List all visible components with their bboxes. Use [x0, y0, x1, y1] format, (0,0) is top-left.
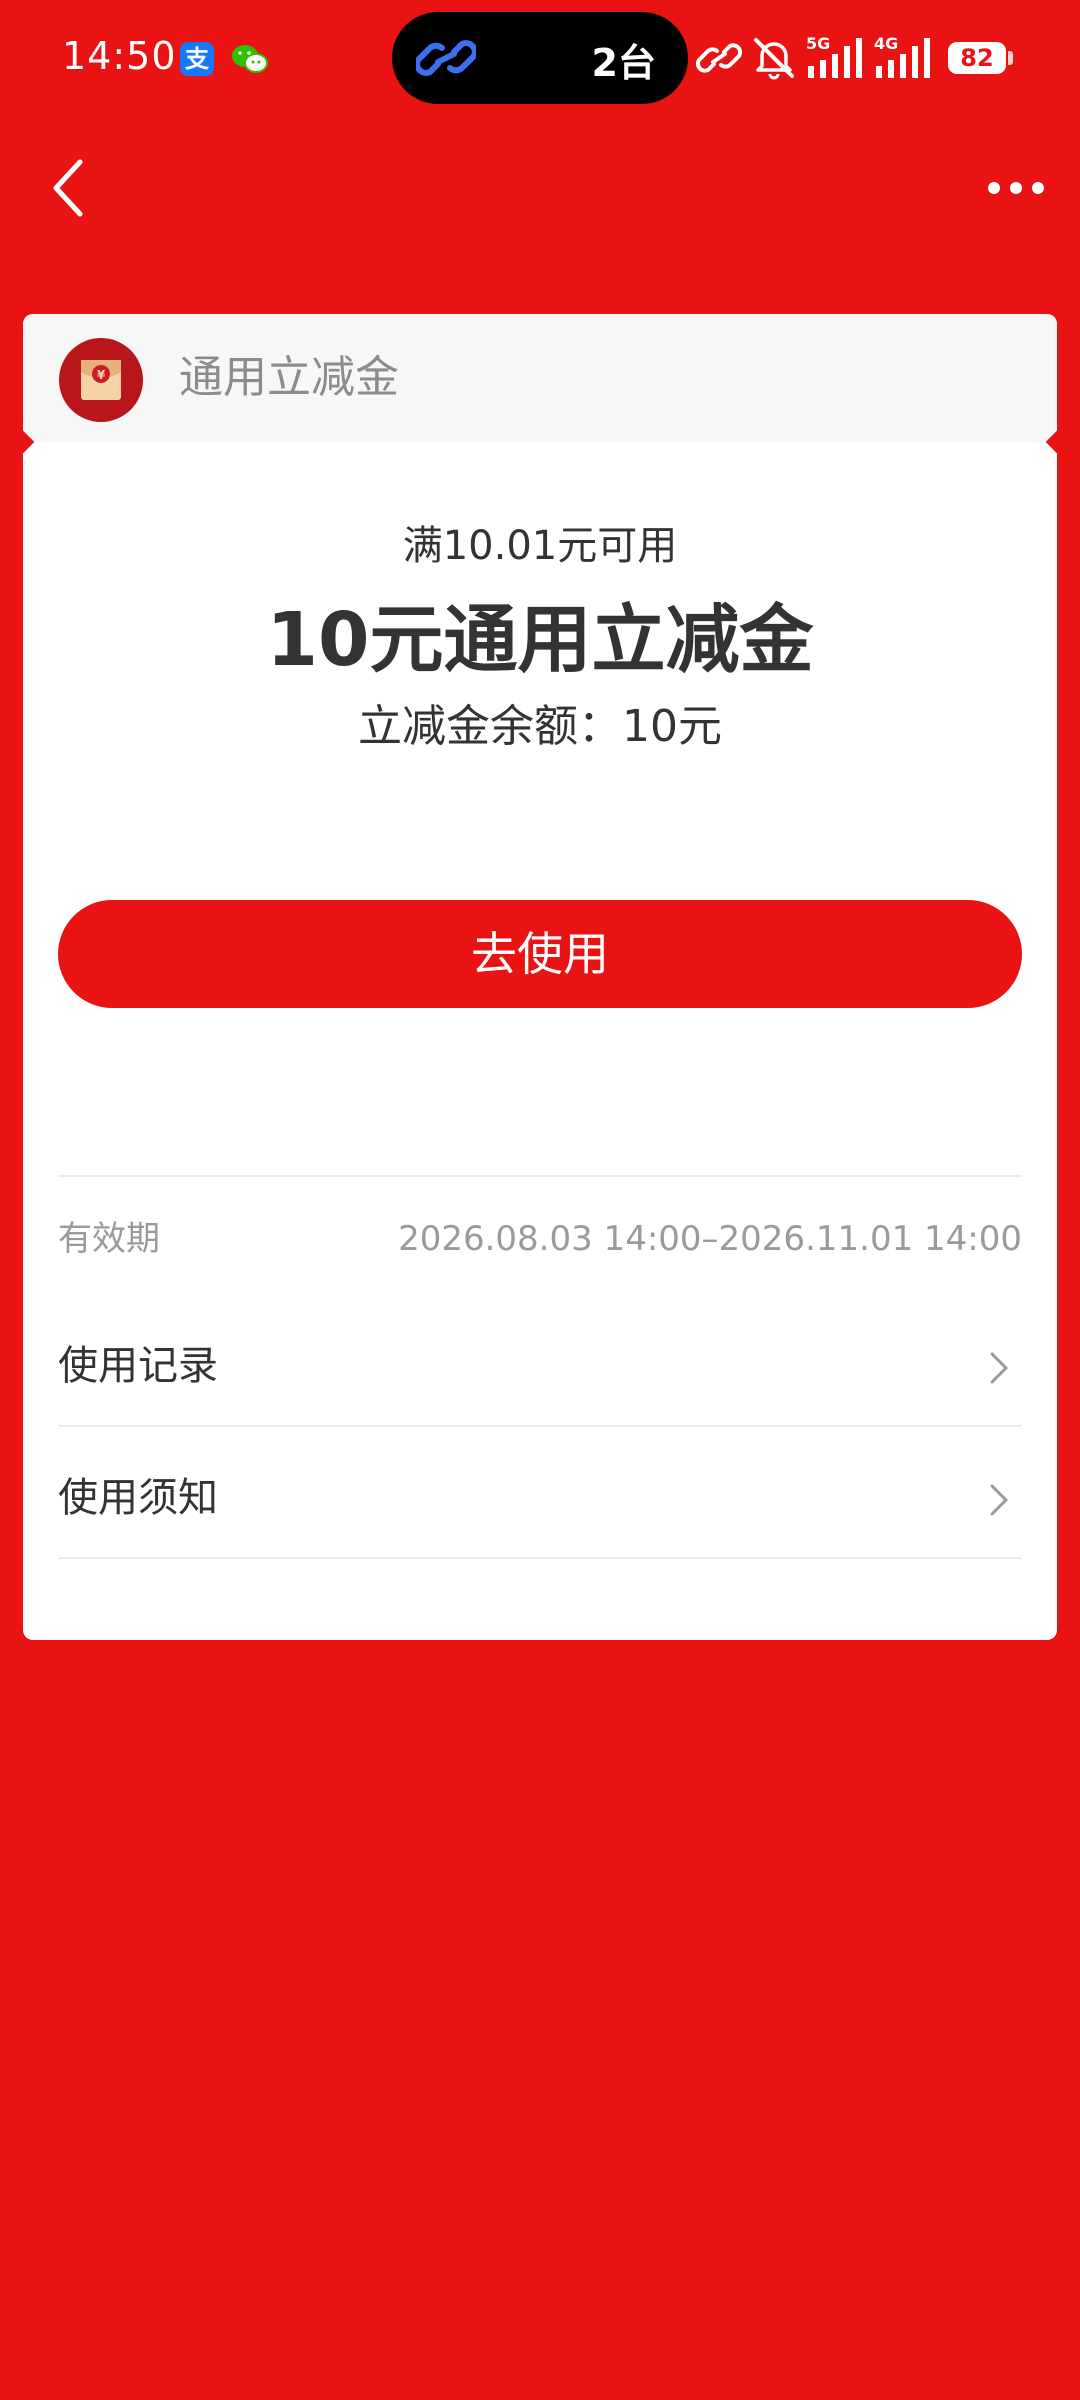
svg-text:4G: 4G — [874, 34, 898, 53]
red-packet-icon: ¥ — [59, 338, 143, 422]
status-time: 14:50 — [62, 34, 177, 78]
red-packet-graphic: ¥ — [81, 360, 121, 400]
card-header-title: 通用立减金 — [179, 352, 399, 403]
alipay-icon: 支 — [180, 42, 214, 76]
divider — [58, 1175, 1022, 1177]
battery-icon: 82 — [948, 42, 1006, 74]
svg-text:¥: ¥ — [97, 368, 106, 382]
divider — [58, 1557, 1022, 1559]
validity-period: 2026.08.03 14:00–2026.11.01 14:00 — [398, 1219, 1022, 1259]
island-device-count: 2台 — [591, 41, 656, 85]
usage-condition: 满10.01元可用 — [402, 523, 678, 569]
more-icon[interactable] — [984, 166, 1048, 210]
dynamic-island[interactable]: 2台 — [392, 12, 688, 104]
validity-label: 有效期 — [58, 1219, 160, 1259]
wechat-icon — [232, 45, 268, 73]
chevron-left-icon[interactable] — [40, 152, 100, 224]
link-icon — [696, 43, 742, 73]
coupon-card: ¥ 通用立减金 满10.01元可用 10元通用立减金 立减金余额：10元 去使用… — [23, 314, 1057, 1640]
chevron-right-icon — [990, 1484, 1008, 1516]
mute-icon — [754, 38, 794, 80]
use-coupon-button[interactable]: 去使用 — [58, 900, 1022, 1008]
signal-4g-icon: 4G — [874, 34, 930, 78]
coupon-balance: 立减金余额：10元 — [358, 701, 722, 752]
svg-text:5G: 5G — [806, 34, 830, 53]
signal-5g-icon: 5G — [806, 34, 862, 78]
coupon-title: 10元通用立减金 — [266, 597, 814, 683]
usage-records-row[interactable]: 使用记录 — [58, 1304, 1022, 1432]
status-bar: 14:50 支 2台 5G 4G 82 — [0, 0, 1080, 118]
battery-tip — [1008, 51, 1013, 65]
chevron-right-icon — [990, 1352, 1008, 1384]
usage-notice-row[interactable]: 使用须知 — [58, 1436, 1022, 1564]
card-header: ¥ 通用立减金 — [23, 314, 1057, 442]
usage-notice-label: 使用须知 — [58, 1475, 218, 1521]
divider — [58, 1425, 1022, 1427]
link-icon — [416, 40, 476, 76]
coupon-detail-screen: 14:50 支 2台 5G 4G 82 ¥ 通用立减金 满10.01元可用 10… — [0, 0, 1080, 2400]
usage-records-label: 使用记录 — [58, 1343, 218, 1389]
